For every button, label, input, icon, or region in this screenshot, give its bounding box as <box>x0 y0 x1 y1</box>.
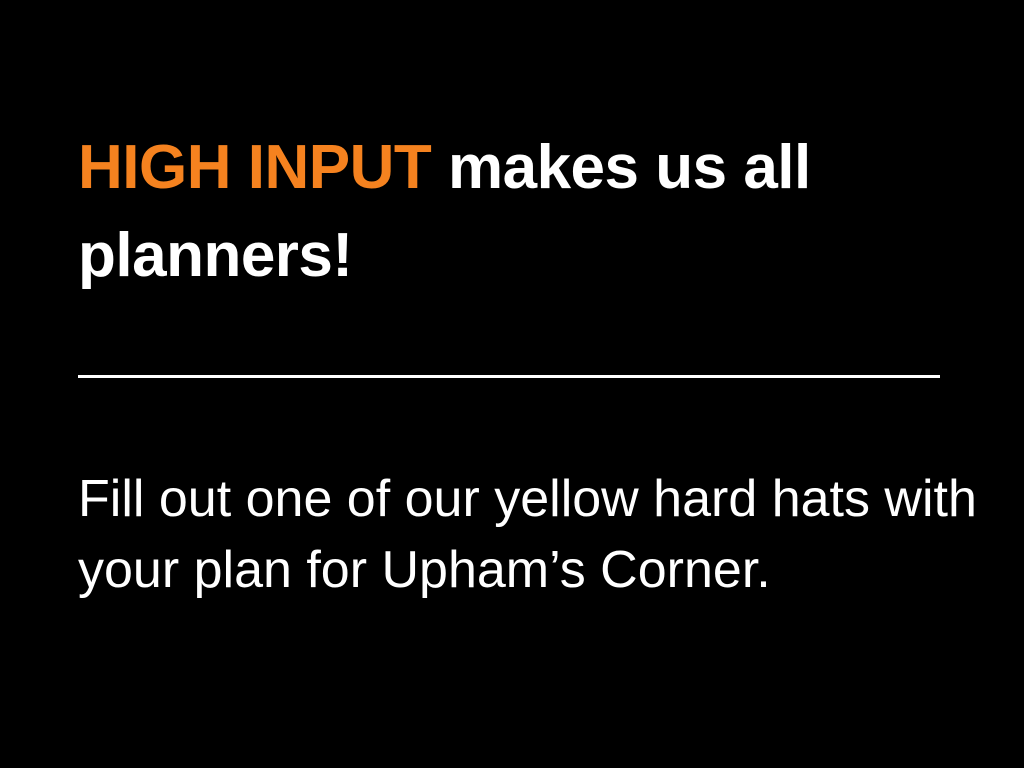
headline: HIGH INPUT makes us all planners! <box>78 124 958 300</box>
divider <box>78 375 940 378</box>
body-text: Fill out one of our yellow hard hats wit… <box>78 470 977 599</box>
headline-highlight: HIGH INPUT <box>78 133 432 202</box>
slide: HIGH INPUT makes us all planners! Fill o… <box>0 0 1024 768</box>
